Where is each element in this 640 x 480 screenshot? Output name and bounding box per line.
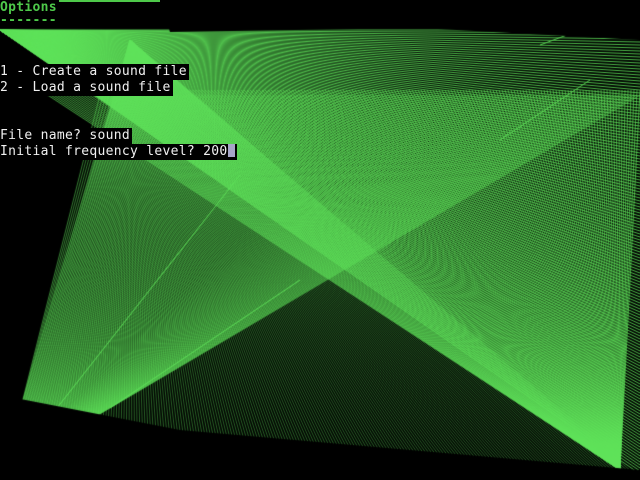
menu-item-load-sound-file[interactable]: 2 - Load a sound file: [0, 80, 173, 96]
frequency-prompt-text: Initial frequency level? 200: [0, 144, 228, 159]
terminal-screen: Options ------- 1 - Create a sound file …: [0, 0, 640, 480]
title-accent-bar: [56, 0, 160, 2]
file-name-prompt: File name? sound: [0, 128, 133, 144]
frequency-input-line[interactable]: Initial frequency level? 200: [0, 144, 237, 160]
menu-item-create-sound-file[interactable]: 1 - Create a sound file: [0, 64, 189, 80]
text-cursor: [227, 144, 235, 157]
options-title-underline: -------: [0, 13, 59, 28]
